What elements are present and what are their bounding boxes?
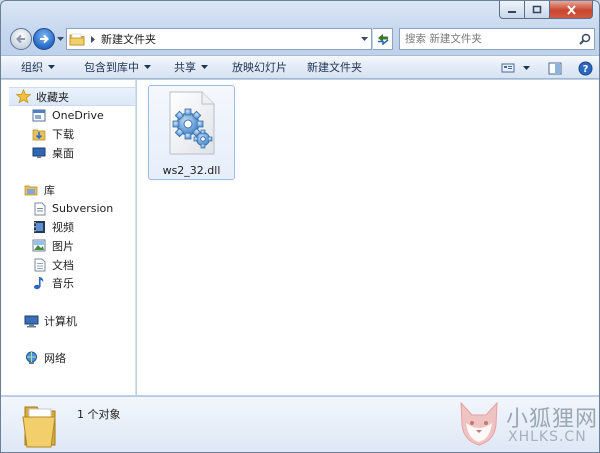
share-label: 共享 [174,61,196,74]
desktop-icon [31,145,47,161]
maximize-icon [532,5,542,14]
sidebar-item-documents[interactable]: 文档 [1,255,136,274]
view-options-button[interactable] [497,57,534,79]
sidebar-item-favorites[interactable]: 收藏夹 [9,87,135,106]
chevron-down-icon [48,64,55,69]
recent-pages-dropdown[interactable] [56,35,65,44]
dll-settings-icon [169,91,215,155]
sidebar-item-downloads[interactable]: 下载 [1,124,136,143]
search-input[interactable] [400,30,576,48]
navigation-bar: 新建文件夹 [1,23,599,53]
refresh-button[interactable] [373,28,393,50]
refresh-icon [377,34,388,45]
sidebar-item-onedrive[interactable]: OneDrive [1,106,136,125]
pictures-icon [31,238,47,254]
sidebar-item-label: Subversion [52,202,114,215]
sidebar-item-libraries[interactable]: 库 [1,180,136,199]
chevron-down-icon [201,64,208,69]
search-icon[interactable] [576,33,594,45]
svg-text:?: ? [583,64,589,75]
sidebar-item-label: 下载 [52,127,74,141]
sidebar-item-label: OneDrive [52,109,104,122]
preview-pane-button[interactable] [544,57,566,79]
onedrive-icon [31,108,47,124]
sidebar-item-label: 文档 [52,258,74,272]
minimize-icon [508,10,516,13]
library-icon [23,182,39,198]
forward-button[interactable] [33,28,55,50]
close-icon [566,4,576,15]
preview-pane-icon [548,62,562,74]
sidebar-item-label: 图片 [52,239,74,253]
slideshow-label: 放映幻灯片 [232,61,287,74]
help-button[interactable]: ? [574,57,597,79]
window-controls [499,1,593,19]
music-icon [31,275,47,291]
chevron-down-icon [57,37,64,41]
back-arrow-icon [16,34,25,44]
fox-logo-icon [460,401,498,446]
sidebar-item-label: 网络 [44,351,66,365]
sidebar-item-subversion[interactable]: Subversion [1,199,136,218]
network-icon [23,350,39,366]
subversion-library-icon [31,201,47,217]
folder-icon [22,406,56,448]
address-dropdown[interactable] [357,29,371,49]
share-button[interactable]: 共享 [166,56,216,78]
slideshow-button[interactable]: 放映幻灯片 [224,56,295,78]
file-list-pane[interactable]: ws2_32.dll [137,80,599,395]
computer-icon [23,313,39,329]
new-folder-button[interactable]: 新建文件夹 [299,56,370,78]
documents-icon [31,257,47,273]
sidebar-item-computer[interactable]: 计算机 [1,311,136,330]
item-count: 1 个对象 [77,408,121,421]
maximize-button[interactable] [525,1,550,19]
include-in-library-label: 包含到库中 [84,61,139,74]
file-item[interactable]: ws2_32.dll [148,85,235,180]
address-bar[interactable]: 新建文件夹 [66,28,372,50]
star-icon [15,89,31,105]
folder-icon [67,29,87,49]
video-icon [31,219,47,235]
chevron-down-icon [144,64,151,69]
watermark: 小狐狸网 XHLKS.CN [456,399,597,451]
sidebar-item-network[interactable]: 网络 [1,348,136,367]
sidebar-item-music[interactable]: 音乐 [1,273,136,292]
sidebar-item-pictures[interactable]: 图片 [1,236,136,255]
view-list-icon [501,63,515,73]
sidebar-item-label: 音乐 [52,276,74,290]
sidebar-item-label: 计算机 [44,314,77,328]
close-button[interactable] [550,1,593,19]
toolbar-right-group: ? [497,57,597,79]
chevron-down-icon [523,65,530,70]
minimize-button[interactable] [499,1,525,19]
sidebar-item-label: 库 [44,183,55,197]
command-bar: 组织 包含到库中 共享 放映幻灯片 新建文件夹 ? [1,55,599,79]
file-name: ws2_32.dll [162,164,221,177]
organize-label: 组织 [21,61,43,74]
chevron-down-icon [360,36,368,41]
help-icon: ? [578,61,593,75]
include-in-library-button[interactable]: 包含到库中 [76,56,159,78]
forward-arrow-icon [40,34,49,44]
organize-button[interactable]: 组织 [13,56,63,78]
downloads-folder-icon [31,126,47,142]
breadcrumb-separator-icon[interactable] [87,35,99,43]
search-box[interactable] [399,28,595,50]
explorer-window: 新建文件夹 组织 包含到库中 共享 放映幻灯片 [0,0,600,453]
watermark-subtitle: XHLKS.CN [508,429,587,445]
sidebar-item-desktop[interactable]: 桌面 [1,143,136,162]
breadcrumb-current-folder[interactable]: 新建文件夹 [99,31,357,47]
sidebar-item-label: 收藏夹 [36,90,69,104]
navigation-pane: 收藏夹 OneDrive 下载 桌面 库 Subversion 视频 图片 文档… [1,80,136,395]
back-button[interactable] [10,28,32,50]
sidebar-item-label: 视频 [52,220,74,234]
sidebar-item-videos[interactable]: 视频 [1,217,136,236]
new-folder-label: 新建文件夹 [307,61,362,74]
sidebar-item-label: 桌面 [52,146,74,160]
